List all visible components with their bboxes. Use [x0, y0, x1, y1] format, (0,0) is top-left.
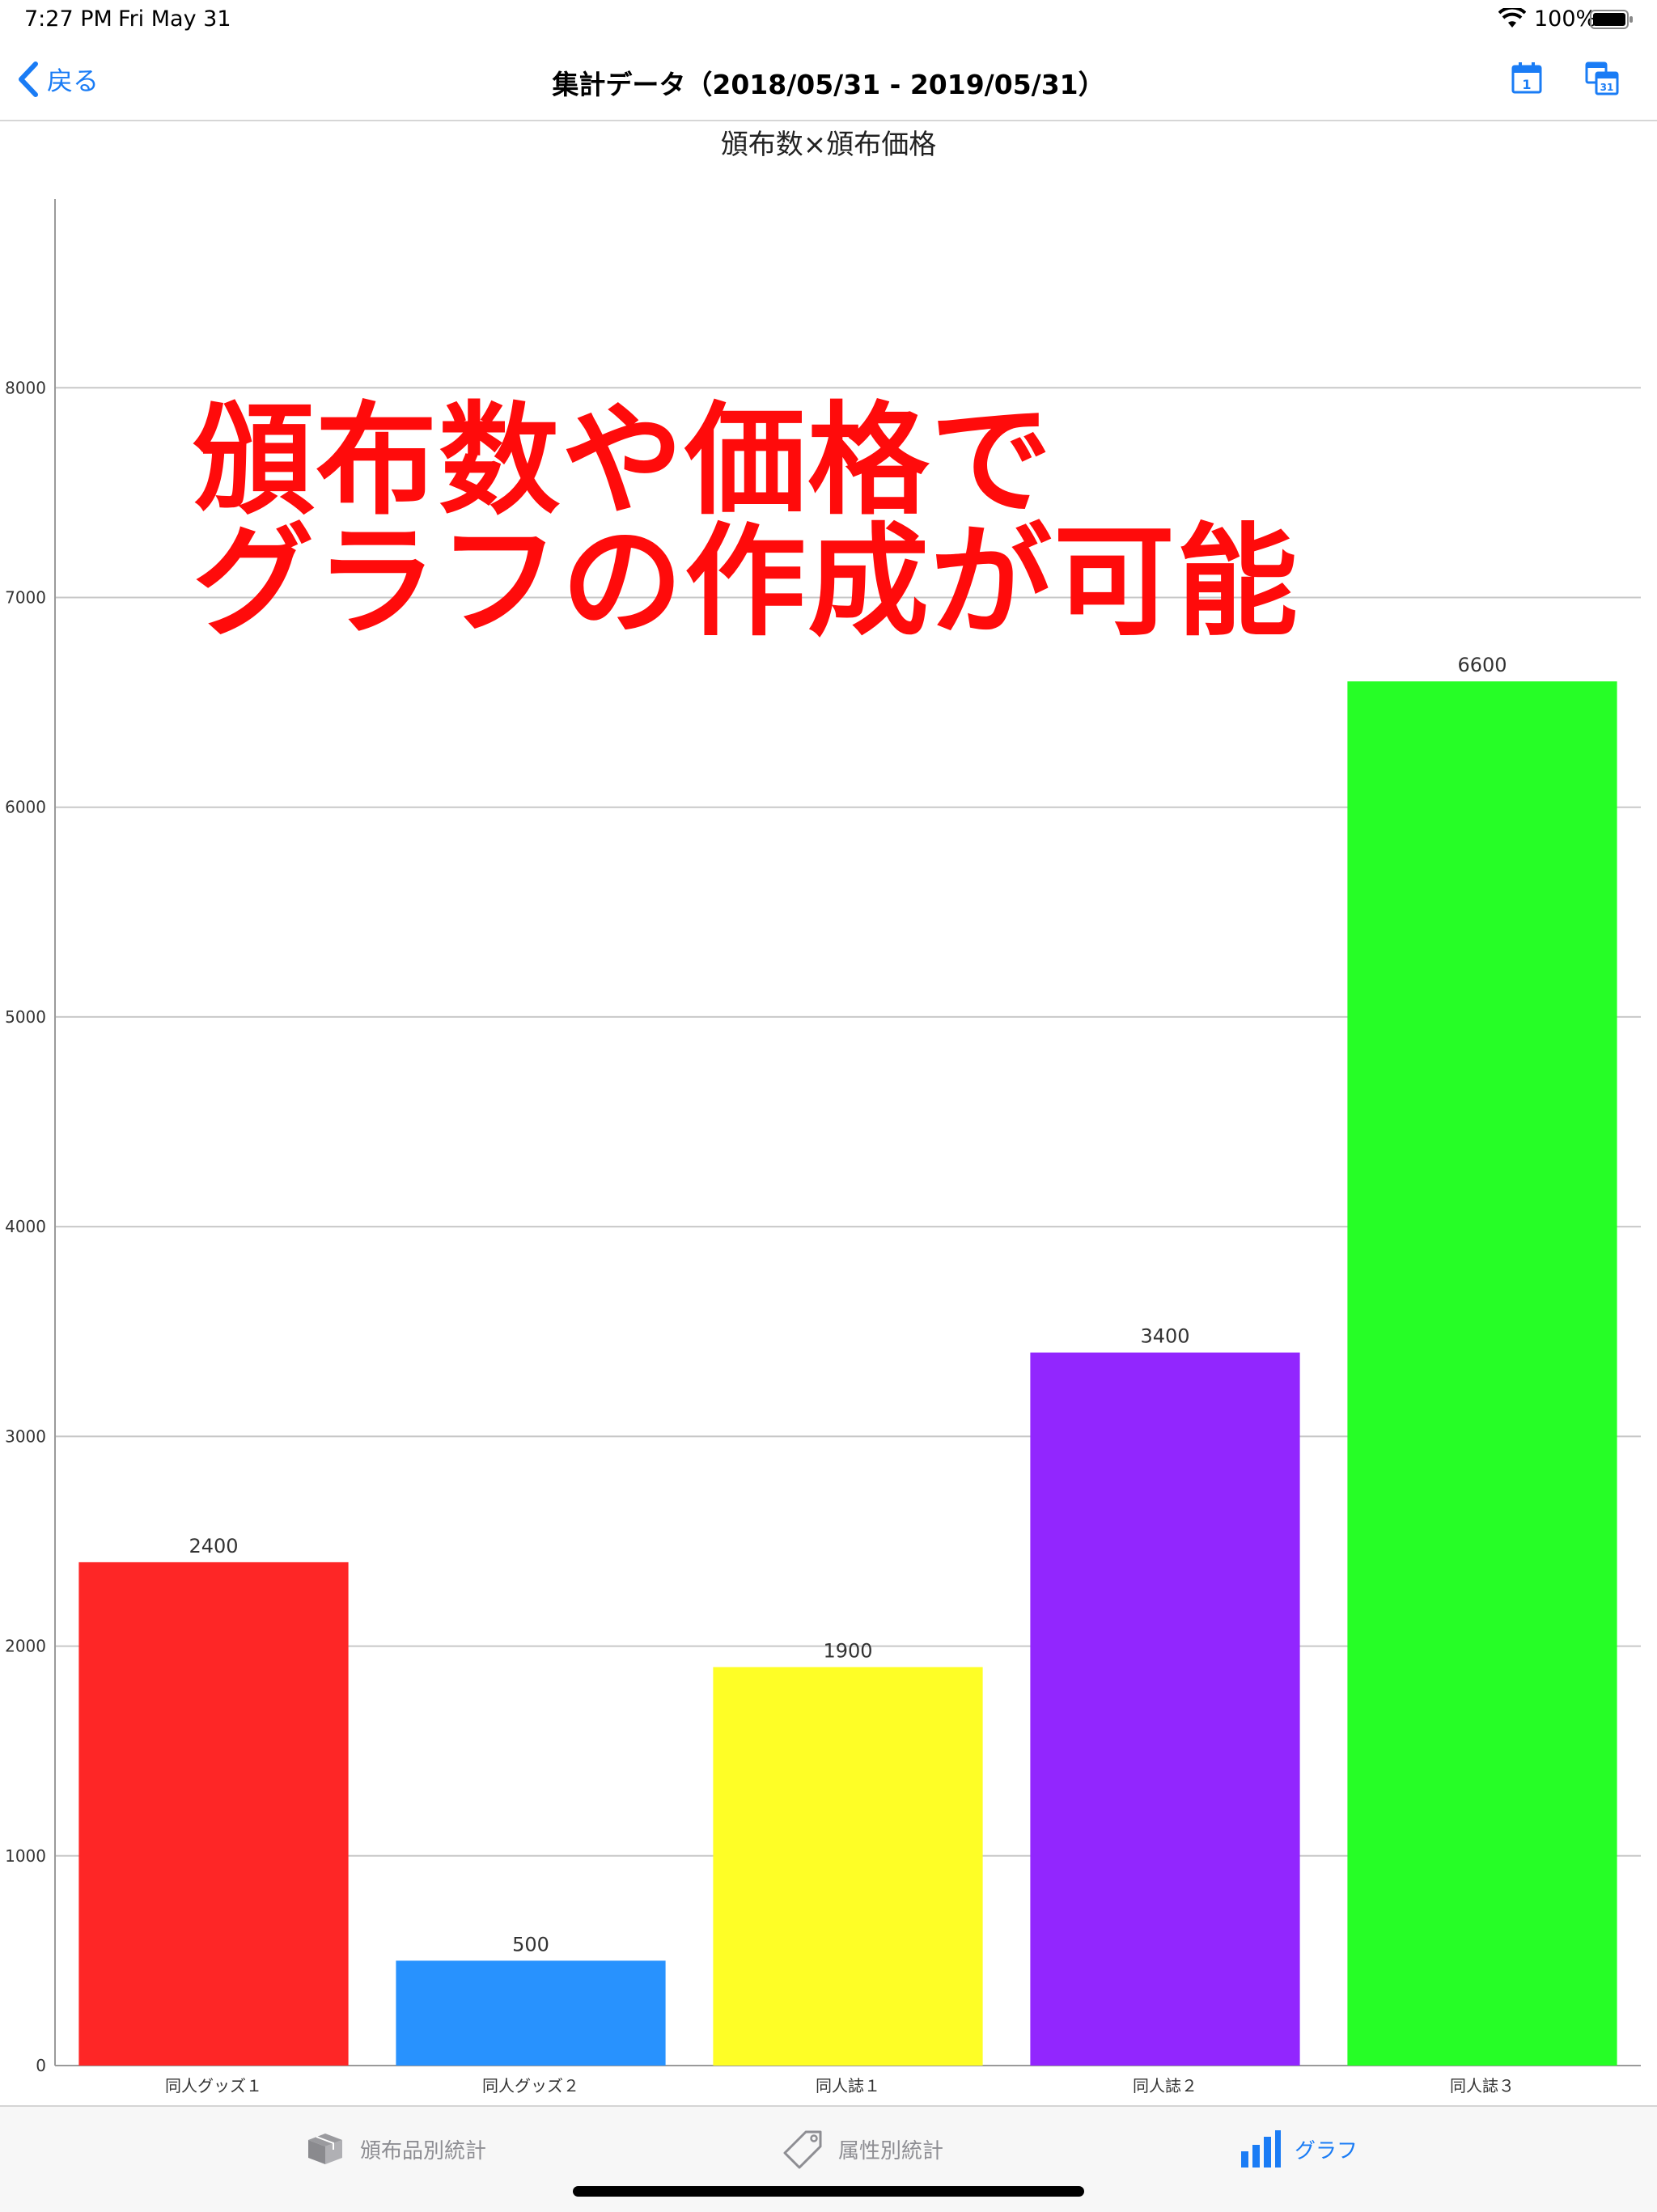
status-bar: 7:27 PM Fri May 31 100%	[0, 0, 1657, 39]
tab-attribute-stats[interactable]: 属性別統計	[782, 2123, 943, 2175]
tab-label: グラフ	[1295, 2138, 1358, 2163]
calendar-icon: 1	[1511, 62, 1542, 94]
bar	[713, 1667, 983, 2066]
bar-value-label: 1900	[823, 1639, 872, 1662]
tag-icon	[783, 2130, 822, 2169]
status-date: Fri May 31	[118, 6, 231, 32]
svg-text:31: 31	[1600, 82, 1614, 93]
y-tick-label: 1000	[5, 1846, 46, 1866]
bar	[78, 1562, 349, 2066]
bar-value-label: 2400	[189, 1535, 238, 1557]
tab-label: 頒布品別統計	[360, 2138, 487, 2163]
y-tick-label: 3000	[5, 1426, 46, 1446]
bar-value-label: 6600	[1457, 654, 1507, 676]
y-tick-label: 0	[36, 2056, 46, 2075]
calendar-range-button[interactable]: 31	[1582, 58, 1622, 99]
x-tick-label: 同人グッズ１	[165, 2076, 262, 2095]
home-indicator	[573, 2186, 1084, 2197]
y-tick-label: 8000	[5, 378, 46, 397]
page-title: 集計データ（2018/05/31 - 2019/05/31）	[552, 69, 1105, 100]
y-tick-label: 2000	[5, 1637, 46, 1656]
chart-title: 頒布数×頒布価格	[721, 129, 937, 161]
bar	[1347, 681, 1617, 2066]
y-tick-label: 4000	[5, 1217, 46, 1236]
x-tick-label: 同人誌２	[1133, 2076, 1197, 2095]
x-tick-label: 同人誌３	[1450, 2076, 1515, 2095]
status-time: 7:27 PM	[24, 6, 112, 32]
x-tick-label: 同人誌１	[816, 2076, 880, 2095]
tab-label: 属性別統計	[838, 2138, 944, 2163]
wifi-icon	[1498, 8, 1526, 28]
bar	[1030, 1352, 1300, 2066]
promo-line-2: グラフの作成が可能	[193, 512, 1300, 653]
bar	[396, 1960, 666, 2066]
promo-overlay-text: 頒布数や価格で グラフの作成が可能	[193, 400, 1552, 643]
tab-item-stats[interactable]: 頒布品別統計	[303, 2123, 486, 2175]
calendar-range-icon: 31	[1585, 61, 1619, 95]
y-tick-label: 6000	[5, 798, 46, 817]
promo-line-1: 頒布数や価格で	[193, 391, 1054, 532]
bar-value-label: 500	[512, 1933, 549, 1956]
svg-text:1: 1	[1522, 77, 1531, 92]
bar-value-label: 3400	[1140, 1325, 1189, 1348]
battery-percent: 100%	[1534, 6, 1597, 32]
x-tick-label: 同人グッズ２	[482, 2076, 579, 2095]
navigation-bar: 戻る 集計データ（2018/05/31 - 2019/05/31） 1 31	[0, 39, 1657, 121]
y-tick-label: 7000	[5, 588, 46, 608]
y-tick-label: 5000	[5, 1007, 46, 1027]
chart-bars	[78, 681, 1617, 2066]
box-icon	[308, 2134, 342, 2164]
calendar-day-button[interactable]: 1	[1507, 58, 1547, 99]
tab-graph[interactable]: グラフ	[1238, 2123, 1358, 2175]
battery-icon	[1590, 10, 1633, 29]
bar-chart-icon	[1241, 2130, 1281, 2168]
